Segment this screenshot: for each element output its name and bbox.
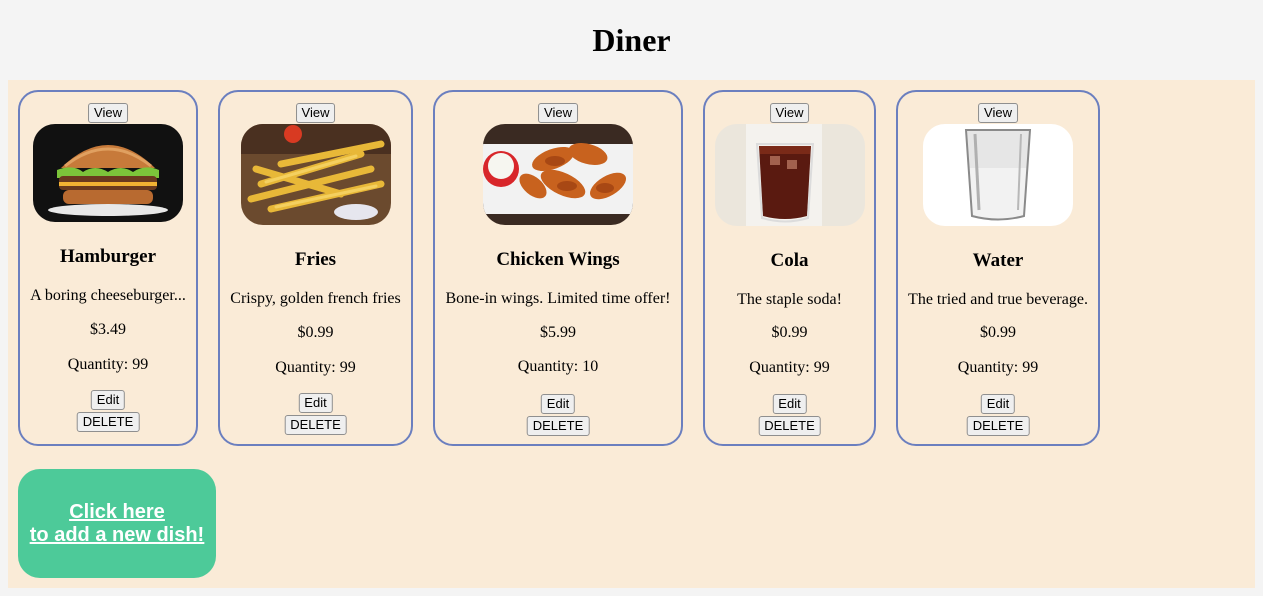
dish-name: Hamburger [59,246,157,267]
dish-list-panel: View Hamburger A boring cheeseburger... … [8,80,1255,588]
view-button[interactable]: View [538,103,578,123]
dish-description: A boring cheeseburger... [30,287,186,304]
dish-price: $3.49 [90,321,126,338]
edit-button[interactable]: Edit [298,393,333,413]
fries-image [240,124,391,225]
chicken-wings-image [483,124,633,225]
dish-price: $0.99 [980,324,1016,341]
hamburger-image [33,124,183,222]
dish-name: Water [972,250,1024,271]
edit-button[interactable]: Edit [772,394,807,414]
edit-button[interactable]: Edit [980,394,1016,414]
edit-button[interactable]: Edit [540,394,576,414]
dish-card: View Fries Crispy, golden french fries $… [218,90,413,446]
dish-description: Bone-in wings. Limited time offer! [445,290,671,307]
dish-name: Fries [294,249,337,270]
dish-description: The tried and true beverage. [908,291,1088,308]
edit-button[interactable]: Edit [90,390,126,410]
page-title: Diner [592,22,671,58]
add-dish-line1: Click here [69,500,165,523]
delete-button[interactable]: DELETE [76,412,140,432]
dish-quantity: Quantity: 99 [749,359,830,376]
add-dish-button[interactable]: Click here to add a new dish! [18,469,216,578]
dish-card: View Water The tried and true beverage. … [896,90,1100,446]
dish-name: Chicken Wings [496,249,620,270]
delete-button[interactable]: DELETE [758,416,821,436]
view-button[interactable]: View [769,103,810,123]
dish-name: Cola [770,250,809,271]
dish-description: The staple soda! [737,291,842,308]
dish-quantity: Quantity: 10 [517,358,599,375]
view-button[interactable]: View [88,103,128,123]
delete-button[interactable]: DELETE [966,416,1030,436]
cola-image [714,124,865,226]
dish-quantity: Quantity: 99 [957,359,1039,376]
dish-price: $0.99 [771,324,808,341]
view-button[interactable]: View [295,103,336,123]
dish-price: $0.99 [297,324,334,341]
dish-price: $5.99 [540,324,576,341]
dish-card: View Chicken Wings Bone-in wings. Limite… [433,90,683,446]
dish-quantity: Quantity: 99 [275,359,356,376]
dish-card: View Hamburger A boring cheeseburger... … [18,90,198,446]
dish-quantity: Quantity: 99 [67,356,149,373]
view-button[interactable]: View [978,103,1018,123]
add-dish-line2: to add a new dish! [29,523,205,546]
dish-card: View Cola The staple soda! $0.99 Quantit… [703,90,876,446]
delete-button[interactable]: DELETE [284,415,347,435]
delete-button[interactable]: DELETE [526,416,590,436]
dish-description: Crispy, golden french fries [230,290,401,307]
water-image [923,124,1073,226]
